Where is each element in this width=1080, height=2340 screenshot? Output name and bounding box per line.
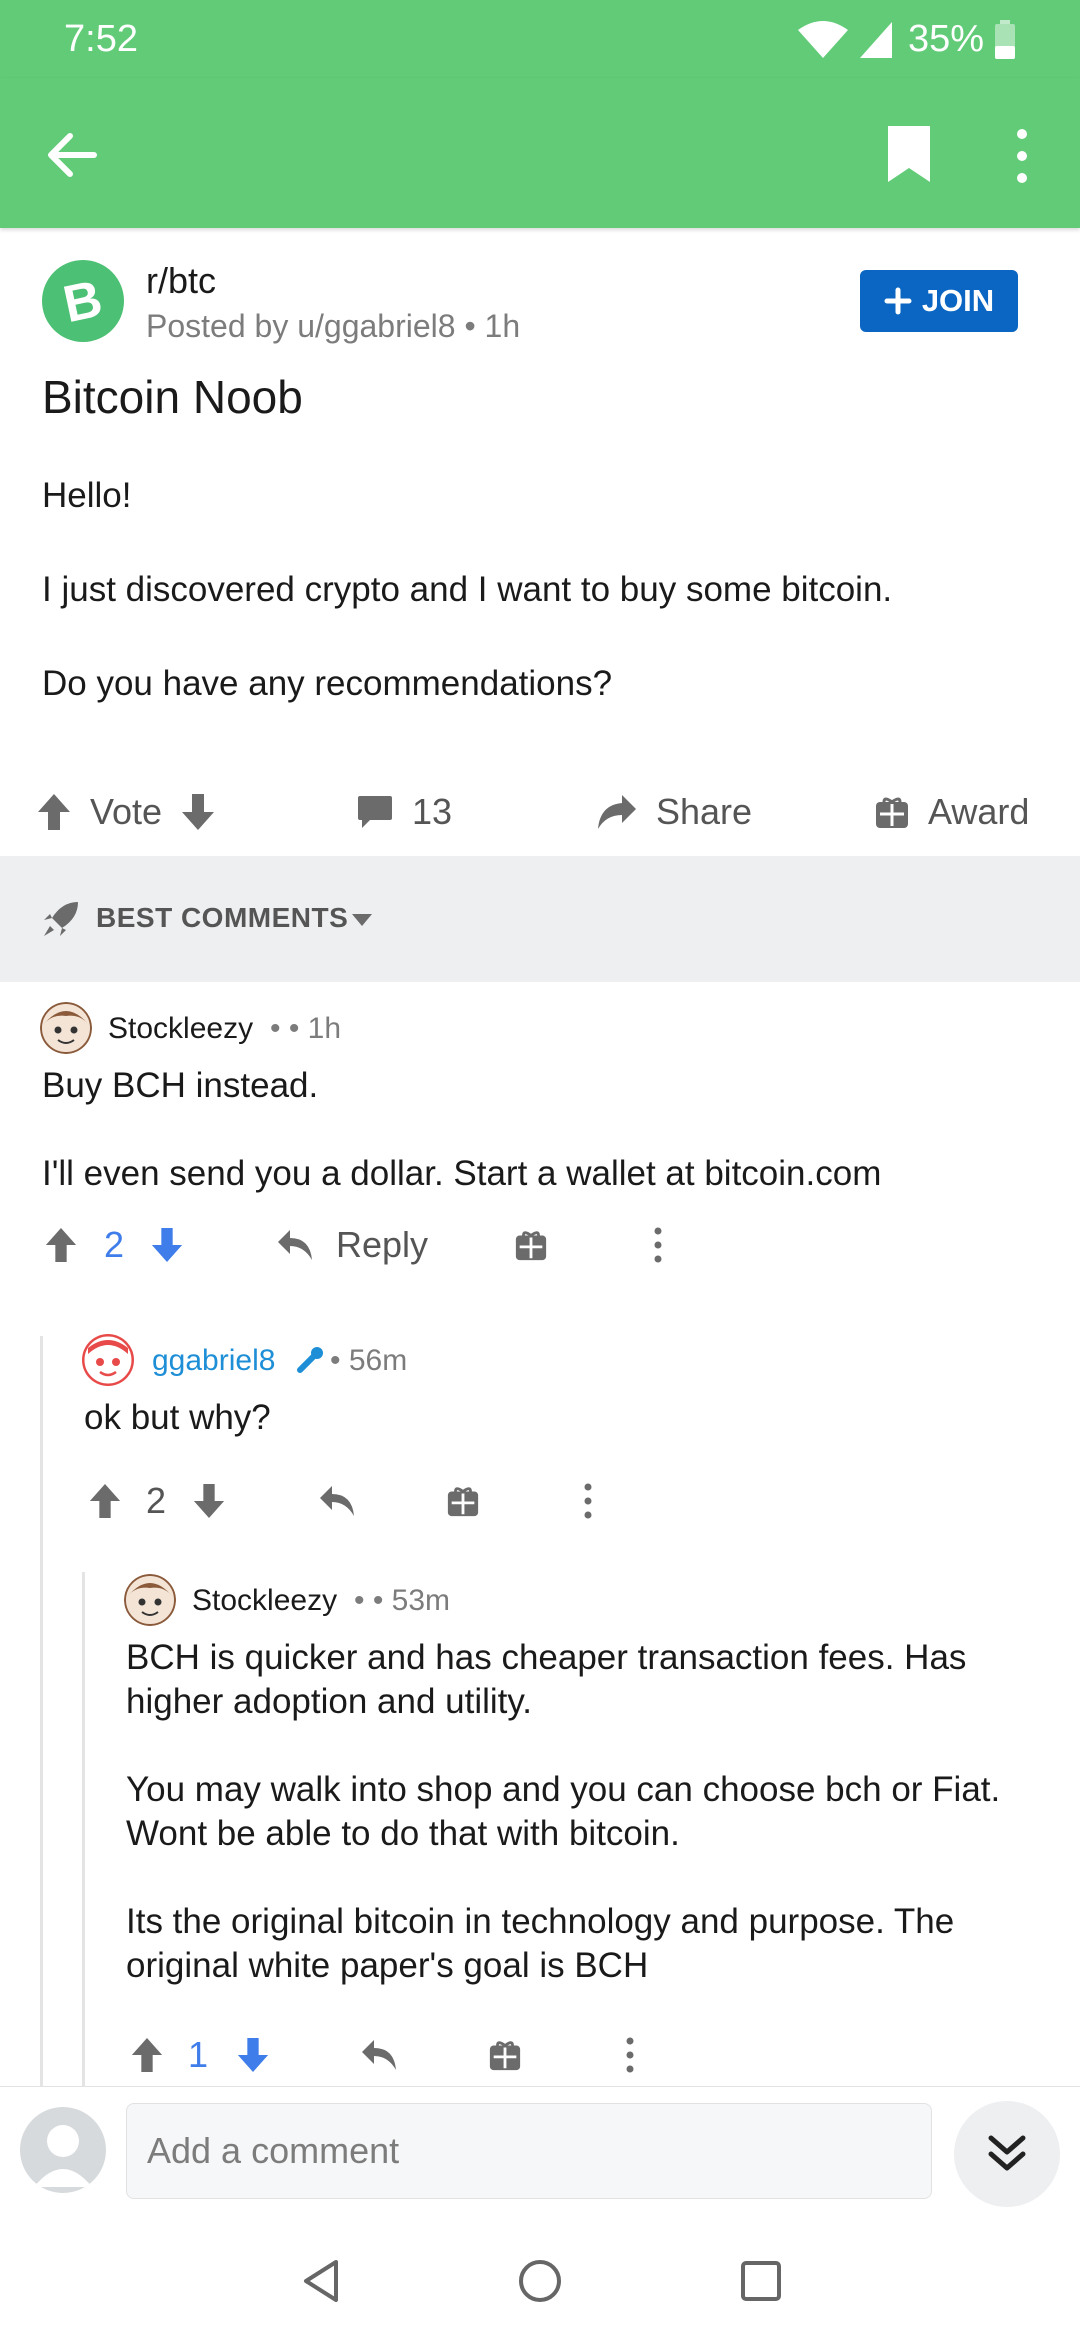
more-options-icon[interactable]: [1010, 126, 1034, 186]
bookmark-icon[interactable]: [884, 124, 934, 184]
post-body-paragraph: I just discovered crypto and I want to b…: [42, 570, 893, 609]
microphone-icon: [297, 1347, 323, 1373]
snoo-avatar-icon: [82, 1334, 134, 1386]
comment-actions: 2 Reply: [0, 1214, 1080, 1274]
nav-home-icon[interactable]: [515, 2256, 565, 2306]
award-label: Award: [928, 791, 1030, 832]
comment-compose-bar: Add a comment: [0, 2086, 1080, 2216]
screen: 7:52 35% B r/btc Posted by u/ggabriel8 •…: [0, 0, 1080, 2340]
wifi-icon: [798, 21, 848, 58]
comment-paragraph: You may walk into shop and you can choos…: [126, 1770, 1001, 1853]
comment-bubble-icon: [358, 796, 392, 828]
battery-percent: 35%: [908, 18, 985, 60]
more-options-icon[interactable]: [624, 2036, 636, 2074]
post-meta: Posted by u/ggabriel8 • 1h: [146, 308, 521, 344]
downvote-icon[interactable]: [150, 1226, 184, 1264]
comment-paragraph: BCH is quicker and has cheaper transacti…: [126, 1638, 967, 1721]
gift-icon[interactable]: [488, 2038, 522, 2072]
avatar[interactable]: [124, 1574, 176, 1626]
bitcoin-logo-icon: B: [58, 273, 107, 329]
share-label: Share: [656, 791, 753, 832]
upvote-icon[interactable]: [88, 1482, 122, 1520]
post-title: Bitcoin Noob: [42, 371, 303, 423]
join-label: JOIN: [921, 283, 995, 318]
downvote-icon[interactable]: [192, 1482, 226, 1520]
subreddit-name[interactable]: r/btc: [146, 260, 216, 302]
comment-author-op[interactable]: ggabriel8: [152, 1344, 275, 1378]
comment-paragraph: Buy BCH instead.: [42, 1066, 319, 1105]
reply-label[interactable]: Reply: [336, 1224, 428, 1266]
comment-body: BCH is quicker and has cheaper transacti…: [126, 1636, 1056, 2032]
gift-icon[interactable]: [514, 1228, 548, 1262]
more-options-icon[interactable]: [652, 1226, 664, 1264]
comment-paragraph: Its the original bitcoin in technology a…: [126, 1902, 955, 1985]
signal-icon: [860, 22, 892, 58]
downvote-icon[interactable]: [180, 792, 216, 832]
vote-group: Vote: [36, 762, 216, 862]
rocket-icon: [44, 902, 78, 936]
snoo-avatar-icon: [124, 1574, 176, 1626]
comment-paragraph: ok but why?: [84, 1398, 271, 1437]
comment-meta: • • 1h: [270, 1012, 342, 1045]
comment: ggabriel8 • 56m ok but why? 2: [0, 1312, 1080, 1552]
nav-recents-icon[interactable]: [736, 2256, 786, 2306]
post-actions: Vote 13 Share Award: [0, 762, 1080, 862]
comment-author[interactable]: Stockleezy: [192, 1584, 337, 1618]
comment-sort-bar[interactable]: BEST COMMENTS: [0, 856, 1080, 982]
share-icon: [598, 795, 636, 829]
reply-icon[interactable]: [360, 2038, 398, 2072]
award-button[interactable]: Award: [874, 762, 1029, 862]
double-chevron-down-icon: [988, 2135, 1026, 2171]
join-button[interactable]: JOIN: [860, 270, 1018, 332]
post-body-paragraph: Hello!: [42, 476, 132, 515]
battery-icon: [995, 20, 1015, 59]
avatar[interactable]: [40, 1002, 92, 1054]
app-bar: [0, 78, 1080, 228]
sort-label: BEST COMMENTS: [96, 902, 349, 933]
comment-score: 1: [188, 2034, 209, 2075]
avatar[interactable]: [82, 1334, 134, 1386]
comments-count: 13: [412, 791, 453, 832]
comment-meta: • • 53m: [354, 1584, 451, 1617]
comment-actions: 2: [0, 1470, 1080, 1530]
add-comment-input[interactable]: Add a comment: [126, 2103, 932, 2199]
comment: Stockleezy • • 53m BCH is quicker and ha…: [0, 1552, 1080, 2086]
upvote-icon[interactable]: [130, 2036, 164, 2074]
comment: Stockleezy • • 1h Buy BCH instead. I'll …: [0, 982, 1080, 1312]
comment-score: 2: [104, 1224, 125, 1265]
user-silhouette-icon: [34, 2125, 92, 2187]
user-avatar[interactable]: [20, 2107, 106, 2193]
subreddit-avatar[interactable]: B: [42, 260, 124, 342]
post-body: Hello! I just discovered crypto and I wa…: [42, 472, 1042, 754]
gift-icon[interactable]: [446, 1484, 480, 1518]
more-options-icon[interactable]: [582, 1482, 594, 1520]
plus-icon: [884, 287, 912, 315]
svg-text:B: B: [58, 273, 107, 329]
upvote-icon[interactable]: [44, 1226, 78, 1264]
gift-icon: [876, 797, 908, 828]
vote-label: Vote: [90, 791, 163, 832]
back-arrow-icon[interactable]: [44, 128, 98, 182]
comment-meta: • 56m: [330, 1344, 408, 1377]
comments-button[interactable]: 13: [356, 762, 452, 862]
upvote-icon[interactable]: [36, 792, 72, 832]
comment-paragraph: I'll even send you a dollar. Start a wal…: [42, 1154, 882, 1193]
nav-back-icon[interactable]: [296, 2256, 346, 2306]
comment-actions: 1: [0, 2024, 1080, 2084]
share-button[interactable]: Share: [596, 762, 752, 862]
system-nav-bar: [0, 2216, 1080, 2340]
status-time: 7:52: [64, 18, 138, 60]
reply-icon[interactable]: [318, 1484, 356, 1518]
reply-icon[interactable]: [276, 1228, 314, 1262]
comment-score: 2: [146, 1480, 167, 1521]
chevron-down-icon: [352, 914, 372, 926]
snoo-avatar-icon: [40, 1002, 92, 1054]
downvote-icon[interactable]: [236, 2036, 270, 2074]
jump-next-comment-button[interactable]: [954, 2101, 1060, 2207]
comment-author[interactable]: Stockleezy: [108, 1012, 253, 1046]
post-body-paragraph: Do you have any recommendations?: [42, 664, 613, 703]
status-bar: 7:52 35%: [0, 0, 1080, 78]
